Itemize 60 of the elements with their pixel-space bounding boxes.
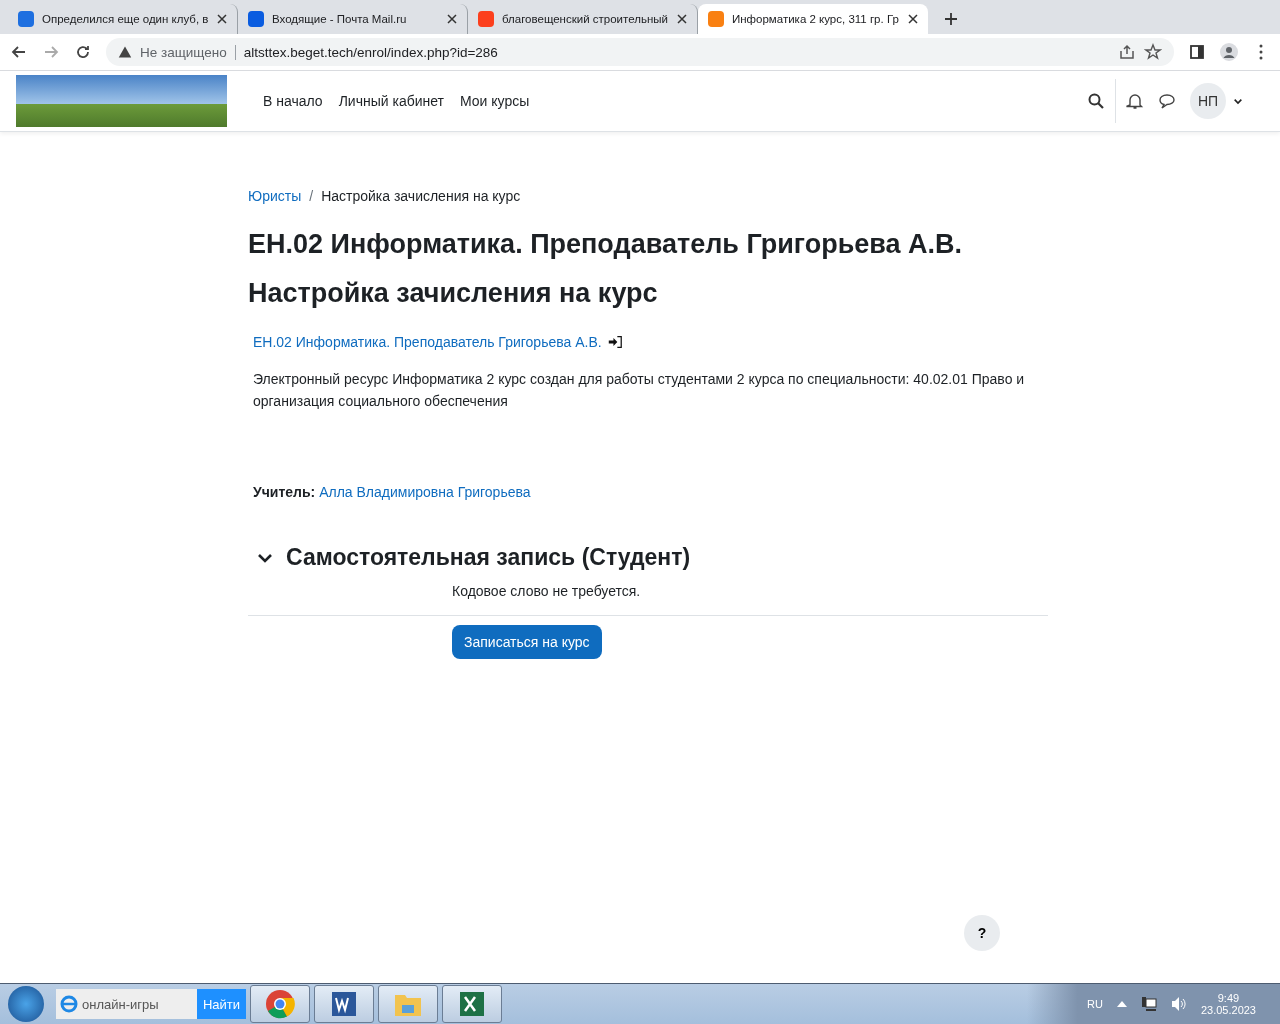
star-icon[interactable] [1144,43,1162,61]
course-link[interactable]: ЕН.02 Информатика. Преподаватель Григорьева А.В. [253,334,602,350]
security-label: Не защищено [140,44,236,60]
close-icon[interactable] [217,14,227,24]
enrol-note: Кодовое слово не требуется. [452,583,642,601]
breadcrumb-link[interactable]: Юристы [248,188,302,204]
page-subtitle: Настройка зачисления на курс [248,278,658,308]
clock-time: 9:49 [1217,992,1240,1004]
network-icon[interactable] [1140,996,1157,1012]
tab-title: благовещенский строительный [502,13,669,25]
clock-date: 23.05.2023 [1200,1004,1256,1016]
site-icon [478,11,494,27]
search-icon[interactable] [1087,92,1105,110]
speaker-icon[interactable] [1170,996,1187,1012]
site-icon [248,11,264,27]
search-text: онлайн-игры [81,996,160,1012]
document-icon [330,990,358,1018]
course-summary: Электронный ресурс Информатика 2 курс создан для работы студентами 2 курса по специальности: 40.02.01 Право и организация социального обеспечения [253,370,1026,411]
nav-link[interactable]: В начало [263,93,323,109]
browser-e-icon [60,995,78,1013]
section-title: Самостоятельная запись (Студент) [286,544,691,571]
bell-icon[interactable] [1126,92,1144,110]
enrol-button[interactable]: Записаться на курс [452,625,602,659]
taskbar-app[interactable] [378,985,438,1023]
tab-title: Входящие - Почта Mail.ru [272,13,408,25]
taskbar-app[interactable] [442,985,502,1023]
address-bar[interactable]: Не защищено altsttex.beget.tech/enrol/index.php?id=286 [106,38,1174,66]
warning-icon [118,45,132,59]
user-avatar[interactable]: НП [1190,83,1226,119]
spreadsheet-icon [458,990,486,1018]
sidebar-icon[interactable] [1188,43,1206,61]
share-icon[interactable] [1118,43,1136,61]
close-icon[interactable] [908,14,918,24]
teacher-link[interactable]: Алла Владимировна Григорьева [319,484,531,500]
profile-icon[interactable] [1220,43,1238,61]
site-icon [708,11,724,27]
tab-title: Определился еще один клуб, в [42,13,209,25]
url-text: altsttex.beget.tech/enrol/index.php?id=286 [243,44,499,60]
chat-icon[interactable] [1158,92,1176,110]
new-tab-icon[interactable] [942,10,960,28]
breadcrumb-separator: / [309,188,314,204]
browser-tab[interactable]: Информатика 2 курс, 311 гр. Гр [698,4,928,34]
enter-icon [607,335,622,349]
tab-title: Информатика 2 курс, 311 гр. Гр [732,13,900,25]
nav-link[interactable]: Мои курсы [459,93,530,109]
help-button[interactable]: ? [964,915,1000,951]
start-button[interactable] [8,986,44,1022]
teacher-line: Учитель: Алла Владимировна Григорьева [253,484,532,500]
breadcrumb-current: Настройка зачисления на курс [321,188,521,204]
close-icon[interactable] [677,14,687,24]
close-icon[interactable] [447,14,457,24]
taskbar-app[interactable] [250,985,310,1023]
logo-banner-picture[interactable] [16,75,227,127]
nav-link[interactable]: Личный кабинет [338,93,444,109]
taskbar-app[interactable] [314,985,374,1023]
site-icon [18,11,34,27]
page-title: ЕН.02 Информатика. Преподаватель Григорьева А.В. [248,229,963,259]
reload-icon[interactable] [74,43,92,61]
triangle-icon[interactable] [1116,1000,1127,1008]
search-field[interactable]: онлайн-игры Найти [56,989,246,1019]
